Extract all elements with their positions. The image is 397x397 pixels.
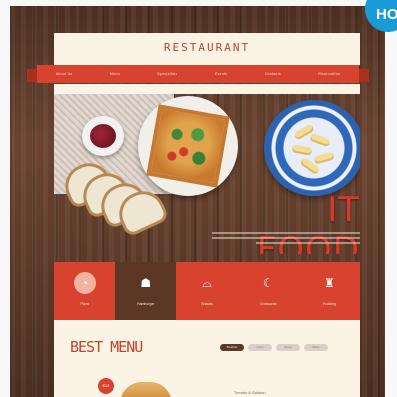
menu-tabs: Breakfast Lunch Dinner Drinks [220,344,328,351]
bread-image [58,156,174,238]
burger-icon: ☗ [140,276,152,290]
feature-croissants[interactable]: ☾ Croissants [237,262,299,320]
jam [90,124,116,148]
dish-name[interactable]: Tomato & Salmon [234,390,266,395]
header-bottom [54,84,360,94]
croissant-dish-image [120,382,172,397]
croissant-icon: ☾ [262,276,274,290]
cloche-icon: ⌓ [202,276,212,290]
main-nav: About Us Menu Specialties Events Contact… [37,65,359,83]
feature-pizza[interactable]: ◔ Pizza [54,262,116,320]
nav-item-menu[interactable]: Menu [106,70,124,78]
jam-bowl-image [82,116,124,156]
section-title: BEST MENU [70,338,143,356]
potato-plate-image [264,100,360,196]
restaurant-logo[interactable]: RESTAURANT [54,41,360,54]
feature-hamburger[interactable]: ☗ Hamburger [115,262,177,320]
tab-drinks[interactable]: Drinks [304,344,328,351]
hero-text-line [212,237,360,239]
feature-label: Pizza [80,302,89,306]
best-menu-section: BEST MENU Breakfast Lunch Dinner Drinks … [54,320,360,397]
nav-ribbon: About Us Menu Specialties Events Contact… [27,65,369,84]
nav-item-reservation[interactable]: Reservation [314,70,344,78]
feature-label: Snacks [201,302,213,306]
nav-item-about[interactable]: About Us [52,70,77,78]
pizza-icon: ◔ [73,272,96,294]
cup-icon: ♜ [324,276,335,290]
potato-wedge [309,132,331,148]
tab-dinner[interactable]: Dinner [276,344,300,351]
nav-item-events[interactable]: Events [211,70,232,78]
feature-label: Croissants [259,302,277,306]
hero-text-line [256,242,360,244]
tab-breakfast[interactable]: Breakfast [220,344,244,351]
nav-item-specialties[interactable]: Specialties [153,70,181,78]
feature-strip: ◔ Pizza ☗ Hamburger ⌓ Snacks ☾ Croissant… [54,262,361,320]
template-preview: RESTAURANT About Us Menu Specialties Eve… [0,0,397,397]
feature-pudding[interactable]: ♜ Pudding [298,262,361,320]
header: RESTAURANT [54,33,360,65]
potato-wedge [313,151,335,165]
nav-item-contacts[interactable]: Contacts [261,70,285,78]
feature-label: Hamburger [137,302,155,306]
hero-text-line [212,232,360,234]
feature-label: Pudding [322,302,336,306]
hero-banner: IT FOOD [54,94,360,254]
tab-lunch[interactable]: Lunch [248,344,272,351]
feature-snacks[interactable]: ⌓ Snacks [176,262,238,320]
potato-wedge [291,144,313,156]
hero-text-lines [212,232,360,246]
price-badge: $12 [98,378,114,394]
